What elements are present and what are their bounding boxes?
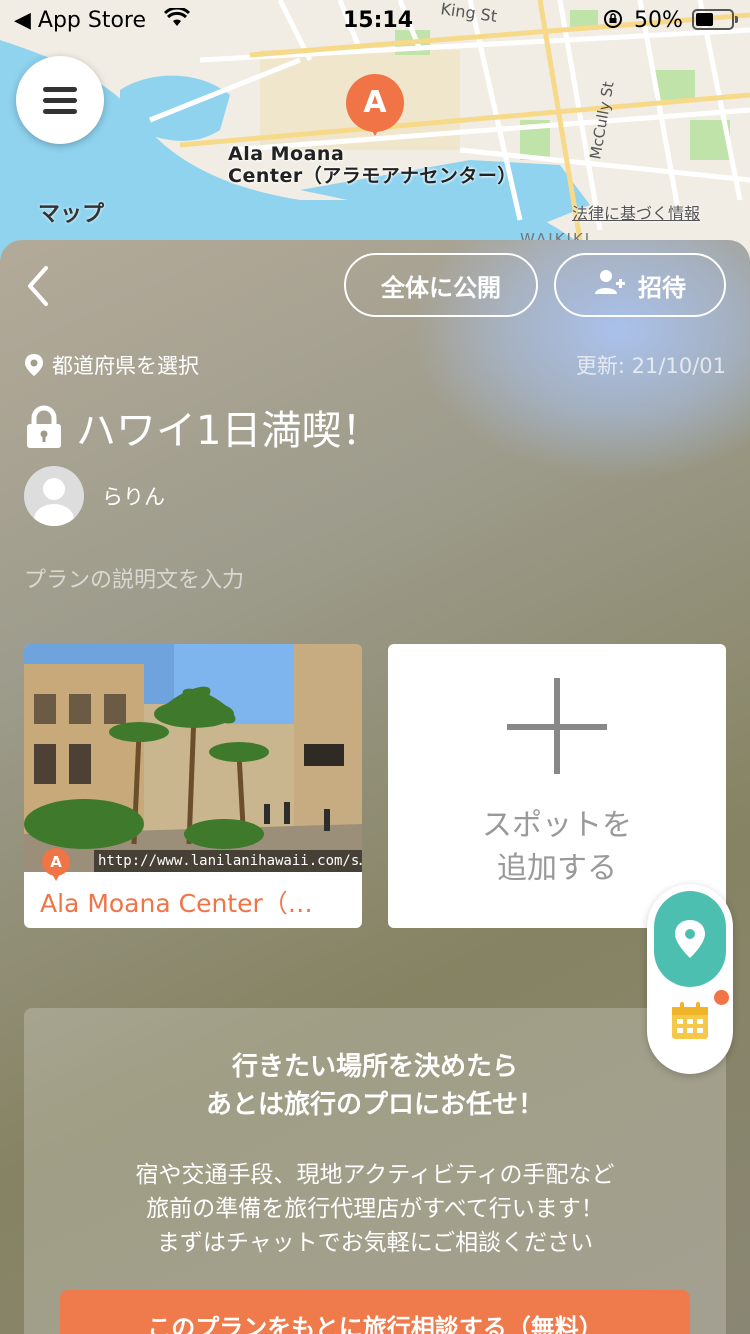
hamburger-icon (43, 81, 77, 120)
battery-icon (692, 9, 738, 30)
description-input[interactable]: プランの説明文を入力 (24, 562, 244, 594)
calendar-view-toggle[interactable] (669, 1000, 711, 1042)
plan-title-row[interactable]: ハワイ1日満喫！ (24, 398, 381, 456)
orientation-lock-icon (603, 9, 623, 34)
promo-body-line2: 旅前の準備を旅行代理店がすべて行います！ (146, 1196, 604, 1222)
plan-title: ハワイ1日満喫！ (76, 408, 382, 454)
spot-card[interactable]: http://www.lanilanihawaii.com/s… A Ala M… (24, 644, 362, 928)
promo-body: 宿や交通手段、現地アクティビティの手配など 旅前の準備を旅行代理店がすべて行いま… (24, 1158, 726, 1260)
notification-dot (714, 990, 729, 1005)
add-spot-label-line1: スポットを (482, 808, 632, 843)
apple-maps-logo: マップ (38, 196, 104, 228)
promo-title: 行きたい場所を決めたら あとは旅行のプロにお任せ！ (24, 1048, 726, 1124)
map-pin-a[interactable]: A (346, 74, 404, 138)
status-bar: ◀ App Store 15:14 50% (0, 0, 750, 40)
apple-maps-label: マップ (38, 202, 105, 227)
back-button[interactable] (24, 264, 54, 308)
spot-name: Ala Moana Center（… (40, 889, 313, 918)
view-toggle (647, 884, 733, 1074)
wifi-icon (163, 6, 191, 33)
spot-pin-a: A (42, 848, 70, 882)
add-spot-label-line2: 追加する (497, 851, 617, 886)
lock-icon (27, 405, 61, 448)
plan-owner[interactable]: らりん (24, 466, 165, 526)
map-place-label-line2: Center（アラモアナセンター） (228, 165, 517, 187)
spot-photo (24, 644, 362, 872)
location-pin-icon (25, 354, 43, 376)
battery-percent: 50% (634, 8, 683, 33)
back-to-app-store[interactable]: ◀ App Store (14, 8, 146, 33)
legal-link[interactable]: 法律に基づく情報 (572, 200, 700, 224)
promo-body-line1: 宿や交通手段、現地アクティビティの手配など (135, 1162, 615, 1188)
promo-title-line1: 行きたい場所を決めたら (231, 1052, 518, 1082)
publish-button[interactable]: 全体に公開 (344, 253, 538, 317)
spot-photo-source: http://www.lanilanihawaii.com/s… (94, 850, 362, 872)
invite-button[interactable]: 招待 (554, 253, 726, 317)
updated-date: 更新: 21/10/01 (575, 354, 726, 378)
map-place-label-line1: Ala Moana (228, 143, 345, 165)
consult-button[interactable]: このプランをもとに旅行相談する（無料） (60, 1290, 690, 1334)
map-view[interactable]: King St McCully St WAIKIKI A Ala Moana C… (0, 0, 750, 270)
status-time: 15:14 (343, 8, 414, 33)
add-spot-label: スポットを 追加する (388, 804, 726, 890)
plan-sheet: 全体に公開 招待 都道府県を選択 更新: 21/10/01 ハワイ1日満喫！ ら… (0, 240, 750, 1334)
map-place-label: Ala Moana Center（アラモアナセンター） (228, 143, 517, 187)
promo-title-line2: あとは旅行のプロにお任せ！ (205, 1090, 544, 1120)
map-pin-tail (367, 122, 383, 136)
prefecture-select[interactable]: 都道府県を選択 (24, 350, 199, 380)
travel-consult-promo: 行きたい場所を決めたら あとは旅行のプロにお任せ！ 宿や交通手段、現地アクティビ… (24, 1008, 726, 1334)
invite-button-label: 招待 (638, 273, 686, 302)
avatar (24, 466, 84, 526)
chevron-left-icon (28, 266, 48, 306)
location-pin-icon (675, 920, 705, 958)
calendar-icon (672, 1002, 708, 1039)
map-view-toggle[interactable] (654, 891, 726, 987)
menu-button[interactable] (16, 56, 104, 144)
promo-body-line3: まずはチャットでお気軽にご相談ください (156, 1230, 594, 1256)
add-user-icon (594, 268, 626, 302)
prefecture-select-label: 都道府県を選択 (52, 354, 199, 378)
user-name: らりん (102, 485, 165, 509)
